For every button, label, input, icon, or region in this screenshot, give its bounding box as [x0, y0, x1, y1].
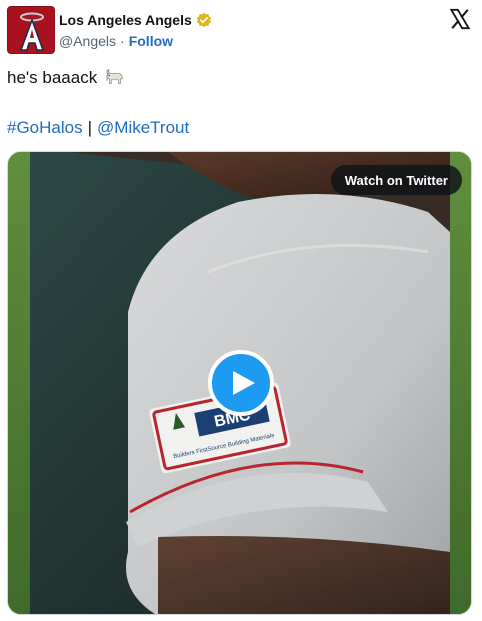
verified-badge-icon — [196, 12, 211, 28]
tweet-text-line: he's baaack — [7, 67, 125, 89]
tweet-header: Los Angeles Angels @Angels · Follow — [7, 6, 475, 54]
account-handle[interactable]: @Angels — [59, 33, 116, 49]
video-player[interactable]: BMC Builders FirstSource Building Materi… — [7, 151, 472, 615]
tweet-text: he's baaack — [7, 68, 98, 87]
play-button[interactable] — [208, 350, 274, 416]
hashtag-link[interactable]: #GoHalos — [7, 118, 83, 137]
handle-separator: · — [120, 33, 125, 49]
watch-on-twitter-button[interactable]: Watch on Twitter — [330, 165, 462, 195]
follow-button[interactable]: Follow — [129, 33, 173, 49]
angels-logo-icon — [8, 7, 54, 53]
account-name[interactable]: Los Angeles Angels — [59, 12, 192, 28]
tweet-links-line: #GoHalos | @MikeTrout — [7, 117, 189, 139]
avatar[interactable] — [7, 6, 55, 54]
links-divider: | — [87, 118, 93, 137]
x-logo-icon[interactable] — [449, 8, 471, 30]
mention-link[interactable]: @MikeTrout — [97, 118, 189, 137]
goat-emoji-icon — [106, 69, 123, 84]
play-icon — [232, 371, 255, 395]
